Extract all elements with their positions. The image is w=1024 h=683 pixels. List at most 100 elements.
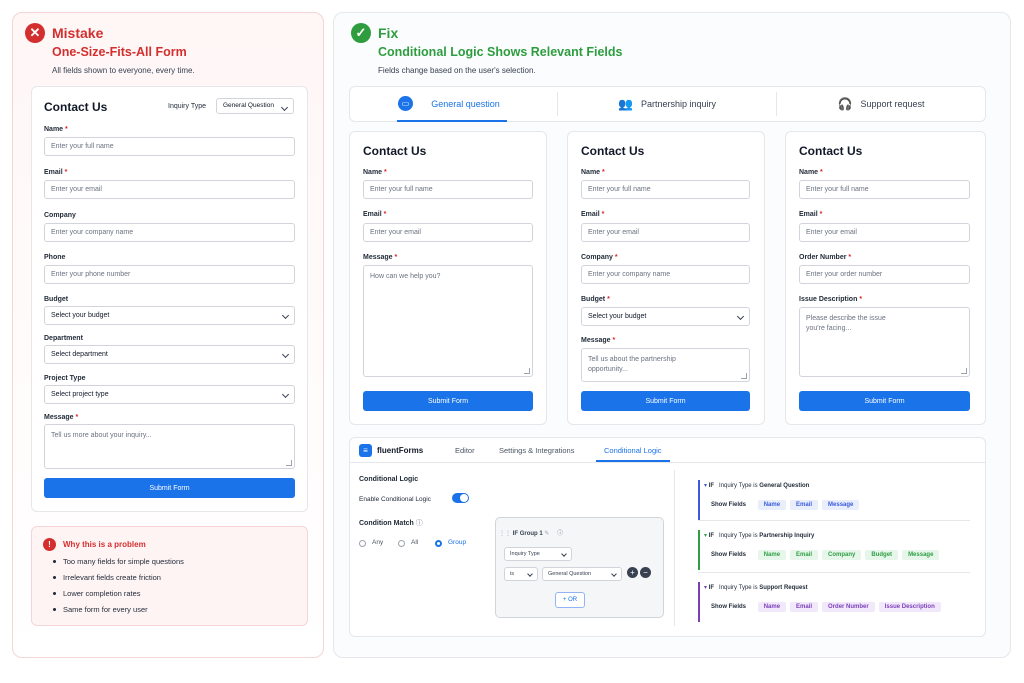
tab-support-request[interactable]: 🎧 Support request bbox=[777, 86, 985, 122]
inquiry-type-label: Inquiry Type bbox=[168, 103, 207, 110]
active-tab-indicator bbox=[596, 460, 670, 462]
rule-divider bbox=[698, 572, 970, 573]
field-label: Email * bbox=[799, 211, 823, 218]
field-pill: Budget bbox=[865, 550, 899, 560]
tab-label: Partnership inquiry bbox=[640, 99, 716, 109]
people-icon: 👥 bbox=[618, 97, 633, 111]
field-label: Company * bbox=[581, 254, 618, 261]
enable-toggle[interactable] bbox=[452, 493, 469, 503]
check-icon: ✓ bbox=[351, 23, 371, 43]
field-label: Phone bbox=[44, 254, 66, 261]
project-type-select[interactable]: Select project type bbox=[44, 385, 295, 404]
add-condition-icon[interactable]: + bbox=[627, 567, 638, 578]
field-label: Name * bbox=[581, 169, 605, 176]
field-pill: Company bbox=[822, 550, 862, 560]
warning-icon: ! bbox=[43, 538, 56, 551]
submit-button[interactable]: Submit Form bbox=[44, 478, 295, 498]
field-label: Budget * bbox=[581, 296, 610, 303]
message-textarea[interactable]: Tell us about the partnership opportunit… bbox=[581, 348, 750, 382]
field-label: Message * bbox=[44, 414, 79, 421]
form-title: Contact Us bbox=[581, 144, 645, 158]
order-number-input[interactable]: Enter your order number bbox=[799, 265, 970, 284]
name-input[interactable]: Enter your full name bbox=[799, 180, 970, 199]
message-textarea[interactable]: Tell us more about your inquiry... bbox=[44, 424, 295, 469]
field-pill: Email bbox=[790, 602, 819, 612]
field-label: Name * bbox=[44, 126, 68, 133]
email-input[interactable]: Enter your email bbox=[363, 223, 533, 242]
form-title: Contact Us bbox=[363, 144, 427, 158]
tab-editor[interactable]: Editor bbox=[455, 446, 475, 455]
submit-button[interactable]: Submit Form bbox=[363, 391, 533, 411]
fix-description: Fields change based on the user's select… bbox=[378, 66, 536, 75]
radio-all[interactable] bbox=[398, 540, 405, 547]
tab-conditional-logic[interactable]: Conditional Logic bbox=[604, 446, 662, 455]
field-pill: Issue Description bbox=[878, 602, 941, 612]
field-label: Name * bbox=[363, 169, 387, 176]
field-pill: Name bbox=[757, 500, 787, 510]
field-label: Budget bbox=[44, 296, 69, 303]
remove-condition-icon[interactable]: − bbox=[640, 567, 651, 578]
rule-divider bbox=[698, 520, 970, 521]
email-input[interactable]: Enter your email bbox=[581, 223, 750, 242]
condition-field-select[interactable]: Inquiry Type bbox=[504, 547, 572, 561]
issue-description-textarea[interactable]: Please describe the issue you're facing.… bbox=[799, 307, 970, 377]
radio-label: All bbox=[411, 539, 419, 546]
builder-divider bbox=[674, 470, 675, 626]
field-label: Company bbox=[44, 212, 76, 219]
inquiry-type-select[interactable]: General Question bbox=[216, 98, 294, 114]
field-label: Message * bbox=[363, 254, 398, 261]
edit-icon: ✎ bbox=[544, 531, 550, 537]
name-input[interactable]: Enter your full name bbox=[581, 180, 750, 199]
problem-item: Irrelevant fields create friction bbox=[53, 573, 161, 582]
form-title: Contact Us bbox=[44, 100, 108, 114]
tab-settings-integrations[interactable]: Settings & Integrations bbox=[499, 446, 574, 455]
field-label: Issue Description * bbox=[799, 296, 863, 303]
mistake-title: Mistake bbox=[52, 25, 104, 41]
email-input[interactable]: Enter your email bbox=[44, 180, 295, 199]
name-input[interactable]: Enter your full name bbox=[363, 180, 533, 199]
radio-any[interactable] bbox=[359, 540, 366, 547]
tab-partnership-inquiry[interactable]: 👥 Partnership inquiry bbox=[558, 86, 776, 122]
field-label: Department bbox=[44, 335, 83, 342]
tab-label: General question bbox=[431, 99, 500, 109]
mistake-subtitle: One-Size-Fits-All Form bbox=[52, 45, 187, 59]
field-label: Email * bbox=[44, 169, 68, 176]
info-icon: ⓘ bbox=[415, 520, 423, 527]
field-pill: Name bbox=[757, 550, 787, 560]
field-label: Email * bbox=[363, 211, 387, 218]
tab-general-question[interactable]: ▭ General question bbox=[350, 86, 557, 122]
field-label: Message * bbox=[581, 337, 616, 344]
submit-button[interactable]: Submit Form bbox=[581, 391, 750, 411]
problem-item: Too many fields for simple questions bbox=[53, 557, 184, 566]
name-input[interactable]: Enter your full name bbox=[44, 137, 295, 156]
phone-input[interactable]: Enter your phone number bbox=[44, 265, 295, 284]
section-title: Conditional Logic bbox=[359, 476, 419, 483]
budget-select[interactable]: Select your budget bbox=[44, 306, 295, 325]
company-input[interactable]: Enter your company name bbox=[581, 265, 750, 284]
builder-header-divider bbox=[350, 462, 985, 463]
radio-group[interactable] bbox=[435, 540, 442, 547]
field-pill: Order Number bbox=[822, 602, 875, 612]
department-select[interactable]: Select department bbox=[44, 345, 295, 364]
condition-value-select[interactable]: General Question bbox=[542, 567, 622, 581]
problem-title: Why this is a problem bbox=[63, 540, 146, 549]
headset-icon: 🎧 bbox=[837, 97, 853, 111]
fix-title: Fix bbox=[378, 25, 399, 41]
message-textarea[interactable]: How can we help you? bbox=[363, 265, 533, 377]
add-or-button[interactable]: + OR bbox=[555, 592, 585, 608]
chat-bubble-icon: ▭ bbox=[398, 96, 413, 111]
tab-label: Support request bbox=[860, 99, 925, 109]
field-label: Email * bbox=[581, 211, 605, 218]
info-icon: ⓘ bbox=[557, 531, 564, 537]
email-input[interactable]: Enter your email bbox=[799, 223, 970, 242]
field-pill: Message bbox=[822, 500, 860, 510]
submit-button[interactable]: Submit Form bbox=[799, 391, 970, 411]
condition-operator-select[interactable]: is bbox=[504, 567, 538, 581]
company-input[interactable]: Enter your company name bbox=[44, 223, 295, 242]
mistake-description: All fields shown to everyone, every time… bbox=[52, 66, 195, 75]
radio-label: Any bbox=[372, 539, 384, 546]
problem-item: Lower completion rates bbox=[53, 589, 141, 598]
field-label: Order Number * bbox=[799, 254, 852, 261]
budget-select[interactable]: Select your budget bbox=[581, 307, 750, 326]
field-pill: Email bbox=[790, 550, 819, 560]
